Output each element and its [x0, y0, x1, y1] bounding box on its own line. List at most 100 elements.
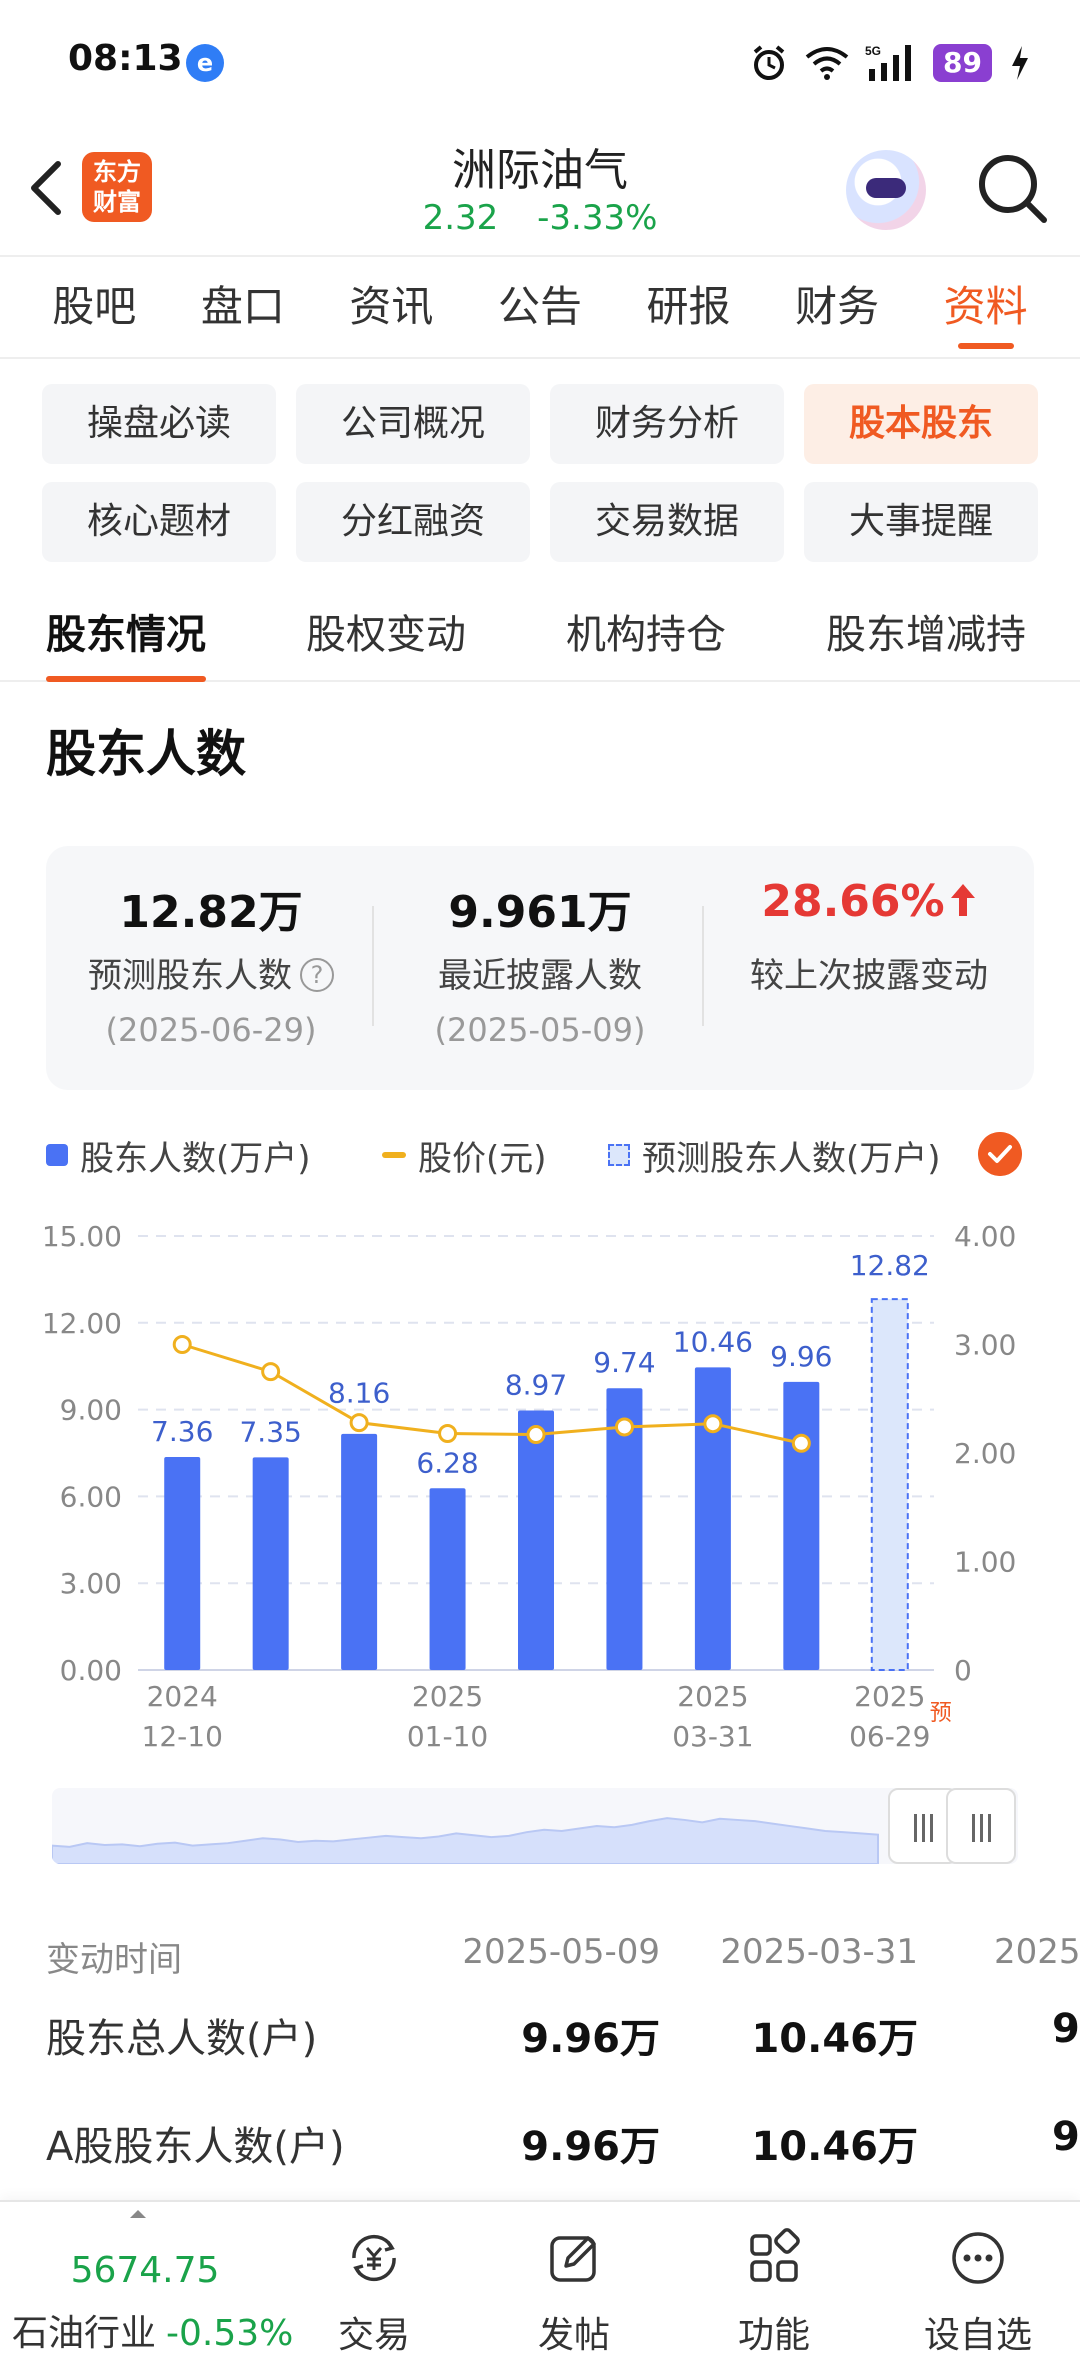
stat-latest-label: 最近披露人数 — [438, 956, 642, 996]
range-slider[interactable] — [52, 1788, 1018, 1864]
x-tick-label-date: 03-31 — [672, 1720, 753, 1753]
bar-value-label: 8.16 — [328, 1377, 390, 1410]
chip-core-themes[interactable]: 核心题材 — [42, 482, 276, 562]
chip-trading-must-read[interactable]: 操盘必读 — [42, 384, 276, 464]
bar — [783, 1381, 820, 1670]
tab-pankou[interactable]: 盘口 — [201, 257, 285, 357]
bottom-bar: 5674.75 石油行业 -0.53% 交易 发帖 功能 设自选 — [0, 2200, 1080, 2376]
legend-predicted-swatch — [608, 1144, 630, 1166]
nav-trade-label: 交易 — [337, 2315, 410, 2356]
nav-post-label: 发帖 — [537, 2315, 610, 2356]
y-right-tick-label: 4.00 — [954, 1220, 1016, 1253]
nav-apps-label: 功能 — [737, 2315, 810, 2356]
bar — [252, 1457, 289, 1670]
subtab-holding-changes[interactable]: 股东增减持 — [826, 602, 1026, 672]
y-left-tick-label: 12.00 — [42, 1307, 122, 1340]
subtab-shareholder-overview[interactable]: 股东情况 — [46, 602, 206, 682]
x-tick-label-year: 2024 — [147, 1680, 218, 1713]
stat-change-value: 28.66% — [704, 876, 1034, 934]
section-title: 股东人数 — [46, 725, 246, 783]
more-icon — [952, 2232, 1004, 2284]
nav-add-watchlist[interactable]: 设自选 — [878, 2220, 1078, 2370]
app-header: 东方财富 洲际油气 2.32 -3.33% — [0, 120, 1080, 255]
price-point — [438, 1423, 458, 1443]
check-icon[interactable] — [978, 1132, 1022, 1176]
legend-predicted-label: 预测股东人数(万户) — [642, 1138, 941, 1179]
legend-bar[interactable]: 股东人数(万户) — [46, 1130, 311, 1180]
stat-predicted-value: 12.82万 — [119, 887, 303, 938]
chip-events[interactable]: 大事提醒 — [804, 482, 1038, 562]
wifi-icon — [805, 47, 849, 80]
battery-icon: 89 — [933, 44, 992, 82]
browser-app-icon: e — [186, 44, 224, 82]
legend-predicted[interactable]: 预测股东人数(万户) — [608, 1130, 941, 1180]
y-right-tick-label: 0 — [954, 1654, 972, 1687]
bar — [164, 1457, 201, 1670]
shareholder-chart: 0.00 3.00 6.00 9.00 12.00 15.00 0 1.00 2.00 3.00 4… — [42, 1220, 1017, 1753]
y-right-tick-label: 3.00 — [954, 1329, 1016, 1362]
y-left-tick-label: 9.00 — [60, 1394, 122, 1427]
tab-finance[interactable]: 财务 — [795, 257, 879, 357]
charging-icon — [1012, 46, 1028, 80]
predicted-marker: 预 — [930, 1701, 952, 1726]
legend-line-swatch — [382, 1152, 406, 1158]
chip-financial-analysis[interactable]: 财务分析 — [550, 384, 784, 464]
chip-company-overview[interactable]: 公司概况 — [296, 384, 530, 464]
y-right-tick-label: 2.00 — [954, 1437, 1016, 1470]
predicted-bar — [870, 1298, 909, 1671]
legend-line[interactable]: 股价(元) — [382, 1130, 547, 1180]
table-row-label: A股股东人数(户) — [46, 2124, 345, 2170]
nav-trade[interactable]: 交易 — [274, 2220, 474, 2370]
status-time: 08:13 — [68, 38, 183, 79]
bar-value-label: 6.28 — [416, 1446, 478, 1479]
tab-guba[interactable]: 股吧 — [52, 257, 136, 357]
bar-value-label: 9.96 — [770, 1340, 832, 1373]
table-cell: 10.46万 — [751, 2016, 918, 2062]
category-chips: 操盘必读 公司概况 财务分析 股本股东 核心题材 分红融资 交易数据 大事提醒 — [42, 384, 1038, 562]
alarm-icon — [753, 45, 785, 80]
overview-area — [52, 1817, 879, 1864]
nav-add-watchlist-label: 设自选 — [923, 2315, 1032, 2356]
x-tick-label-year: 2025 — [412, 1680, 483, 1713]
industry-index[interactable]: 5674.75 石油行业 -0.53% — [0, 2202, 293, 2376]
tab-research[interactable]: 研报 — [647, 257, 731, 357]
chip-trading-data[interactable]: 交易数据 — [550, 482, 784, 562]
x-tick-label-year: 2025 — [677, 1680, 748, 1713]
help-icon[interactable]: ? — [300, 958, 334, 992]
subtab-equity-changes[interactable]: 股权变动 — [306, 602, 466, 672]
search-icon[interactable] — [972, 148, 1052, 228]
price-point — [526, 1425, 546, 1445]
x-tick-label-date: 06-29 — [849, 1720, 930, 1753]
stat-latest-date: (2025-05-09) — [434, 1011, 646, 1049]
chart-legend: 股东人数(万户) 股价(元) 预测股东人数(万户) — [46, 1130, 1036, 1180]
tab-news[interactable]: 资讯 — [349, 257, 433, 357]
industry-value: 5674.75 — [70, 2250, 220, 2291]
status-icons: 5G 89 — [749, 38, 1032, 88]
table-row-label: 股东总人数(户) — [46, 2016, 318, 2062]
nav-post[interactable]: 发帖 — [474, 2220, 674, 2370]
trade-icon — [352, 2234, 396, 2282]
chip-equity-shareholders[interactable]: 股本股东 — [804, 384, 1038, 464]
post-icon — [550, 2236, 596, 2282]
nav-apps[interactable]: 功能 — [674, 2220, 874, 2370]
stat-change-label: 较上次披露变动 — [750, 956, 988, 996]
slider-handle-right[interactable] — [946, 1788, 1016, 1864]
stats-card: 12.82万 预测股东人数? (2025-06-29) 9.961万 最近披露人… — [46, 846, 1034, 1090]
bar — [341, 1433, 378, 1670]
apps-icon — [750, 2228, 800, 2282]
chip-dividends-financing[interactable]: 分红融资 — [296, 482, 530, 562]
y-left-tick-label: 6.00 — [60, 1480, 122, 1513]
caret-up-icon — [130, 2210, 146, 2218]
subtab-institutional-holdings[interactable]: 机构持仓 — [566, 602, 726, 672]
stat-change: 28.66% 较上次披露变动 — [704, 876, 1034, 997]
ai-assistant-avatar[interactable] — [846, 150, 926, 230]
bar-value-label: 7.36 — [151, 1415, 213, 1448]
bar — [429, 1488, 466, 1670]
stat-change-value-text: 28.66% — [761, 876, 945, 927]
price-point — [614, 1417, 634, 1437]
stat-latest: 9.961万 最近披露人数 (2025-05-09) — [375, 876, 705, 1049]
price-point — [261, 1362, 281, 1382]
table-cell: 9.96万 — [521, 2124, 660, 2170]
tab-announcements[interactable]: 公告 — [498, 257, 582, 357]
tab-profile[interactable]: 资料 — [944, 257, 1028, 357]
